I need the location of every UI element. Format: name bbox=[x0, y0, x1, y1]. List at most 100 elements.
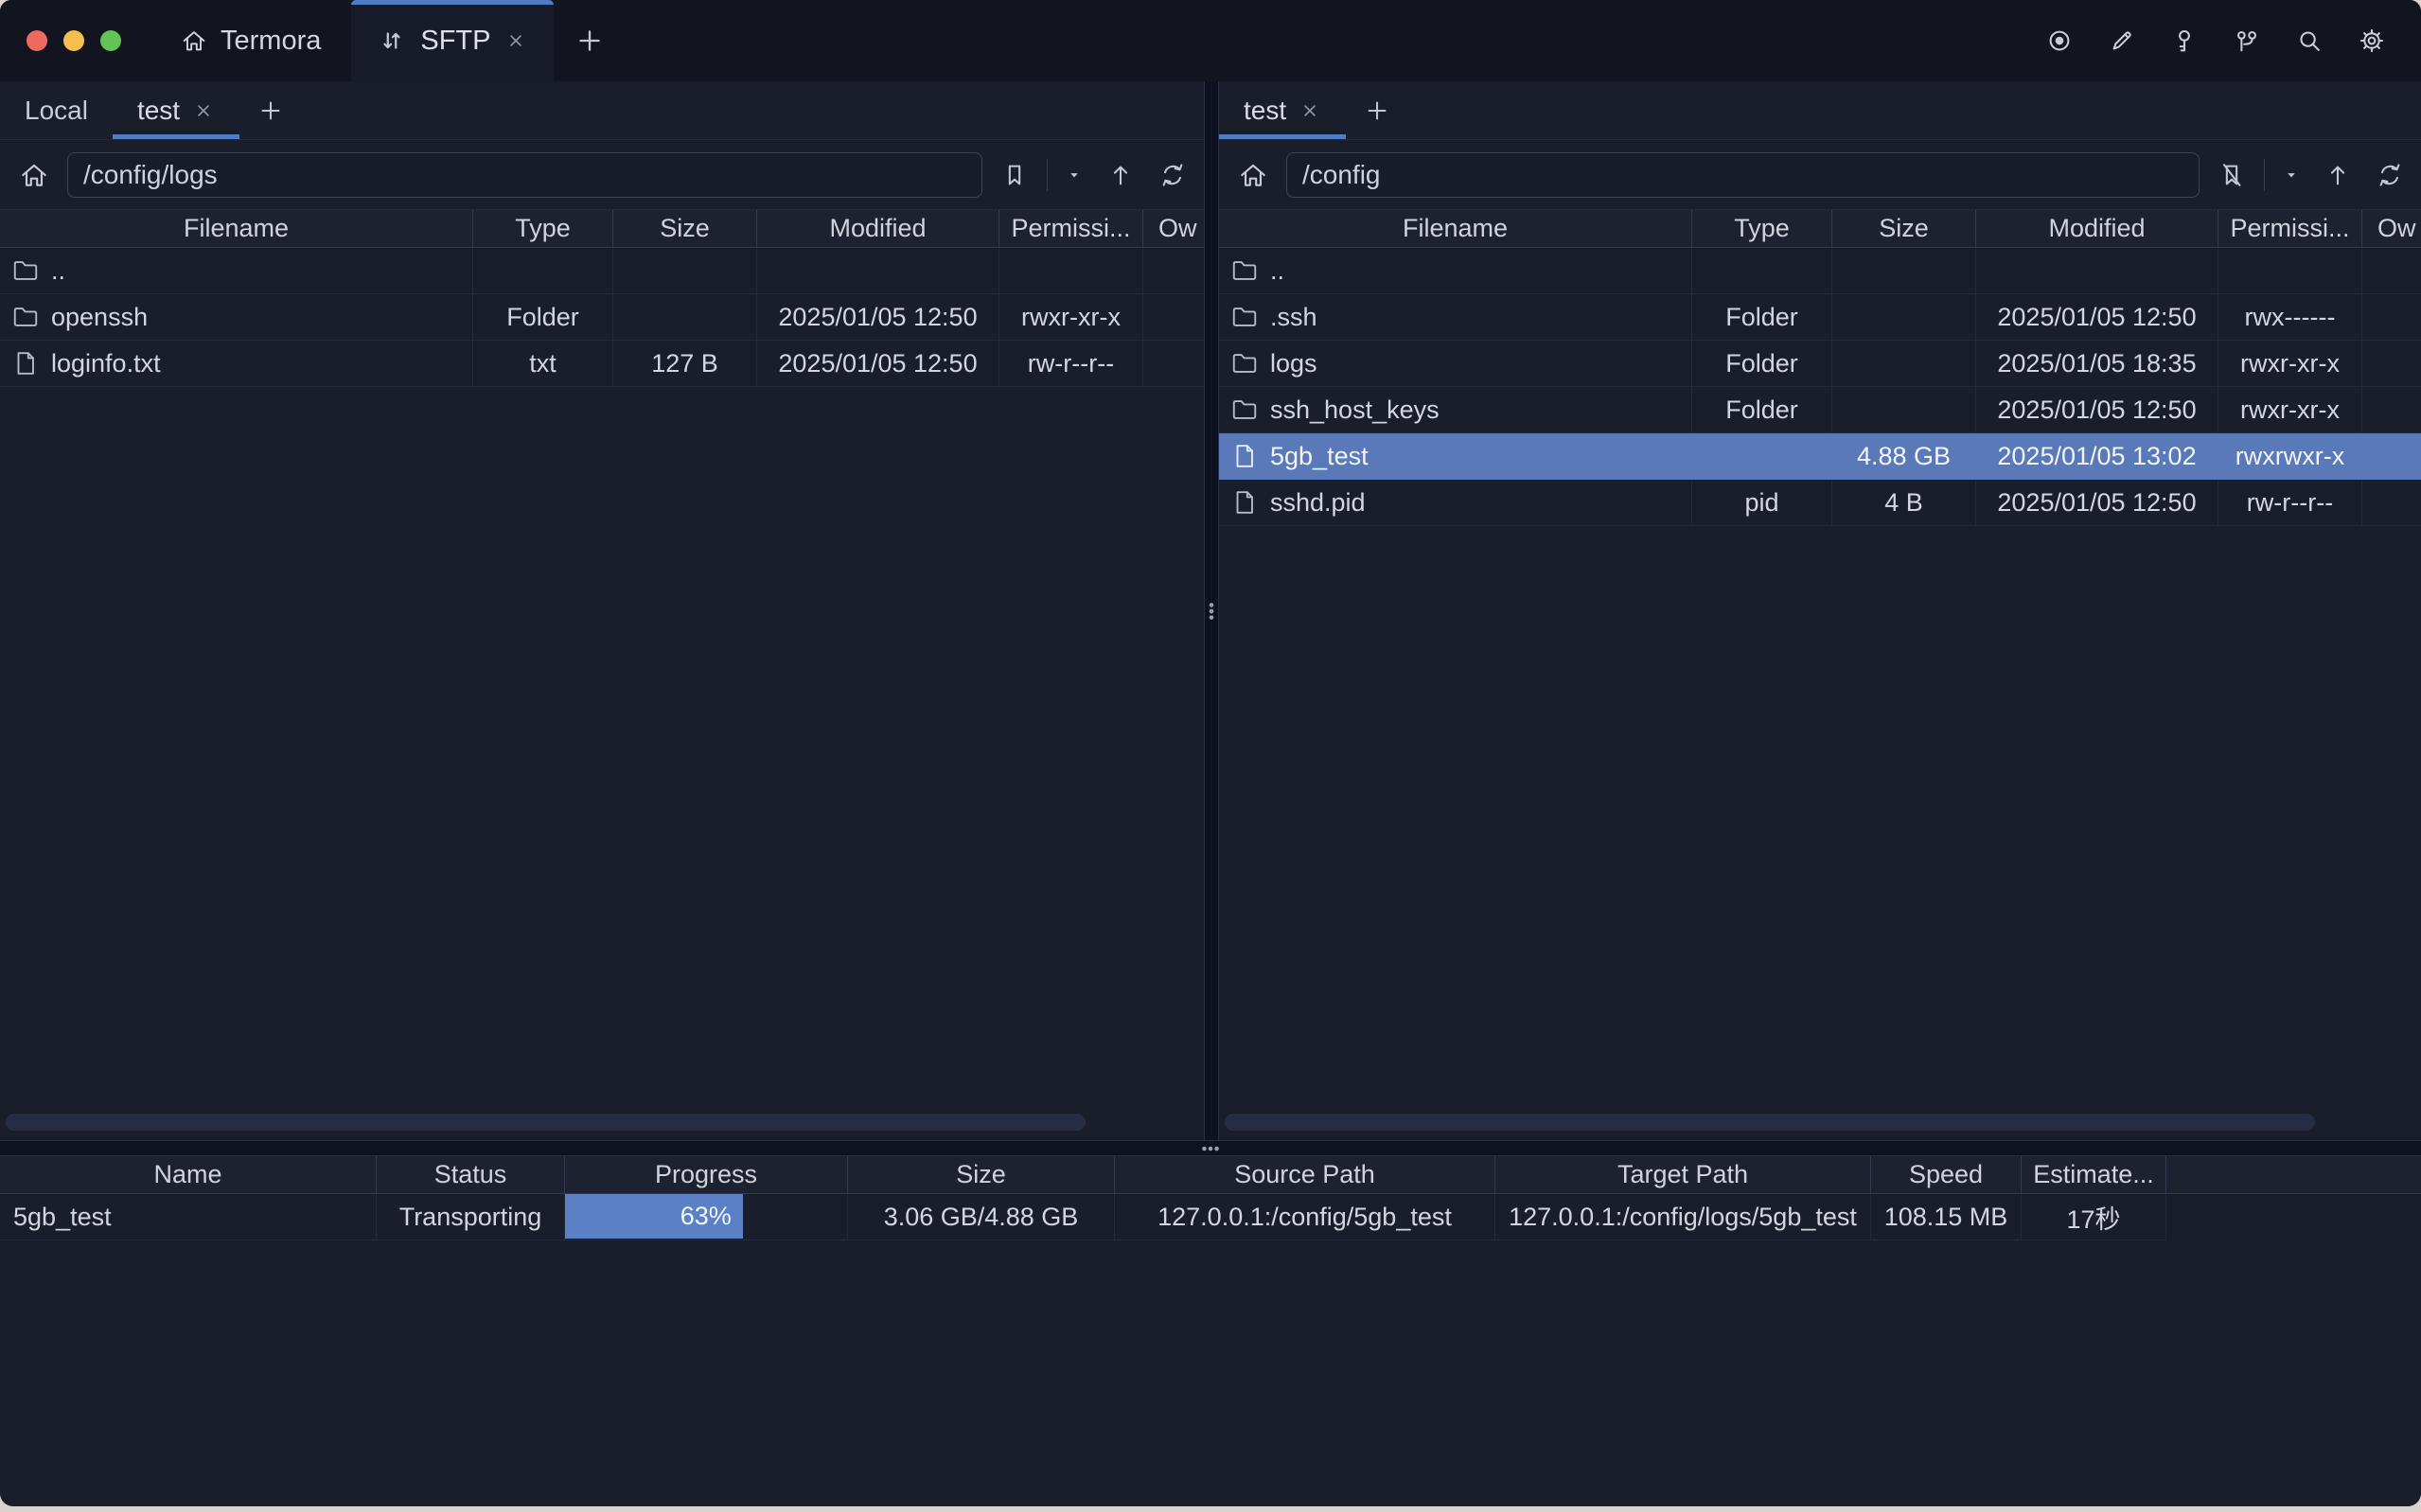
file-permissions: rwxr-xr-x bbox=[2218, 341, 2362, 387]
transfer-row[interactable]: 5gb_test Transporting 63% 3.06 GB/4.88 G… bbox=[0, 1194, 2421, 1240]
branch-button[interactable] bbox=[2222, 16, 2271, 65]
file-size bbox=[1832, 387, 1976, 433]
column-header-type[interactable]: Type bbox=[1692, 210, 1832, 248]
record-button[interactable] bbox=[2035, 16, 2084, 65]
right-refresh-button[interactable] bbox=[2370, 155, 2410, 195]
gear-icon bbox=[2358, 26, 2386, 55]
table-row[interactable]: .. bbox=[1219, 248, 2421, 294]
right-path-bar bbox=[1219, 140, 2421, 210]
column-header-owner[interactable]: Ow bbox=[2362, 210, 2421, 248]
column-header-modified[interactable]: Modified bbox=[757, 210, 999, 248]
column-header-filename[interactable]: Filename bbox=[1219, 210, 1692, 248]
key-icon bbox=[2170, 26, 2199, 55]
right-new-session-button[interactable] bbox=[1346, 81, 1408, 139]
close-icon[interactable] bbox=[504, 29, 527, 52]
column-header-size[interactable]: Size bbox=[613, 210, 757, 248]
right-parent-dir-button[interactable] bbox=[2318, 155, 2358, 195]
left-bookmark-button[interactable] bbox=[995, 155, 1034, 195]
column-header-progress[interactable]: Progress bbox=[565, 1156, 848, 1194]
table-row[interactable]: logs Folder 2025/01/05 18:35 rwxr-xr-x bbox=[1219, 341, 2421, 387]
transfer-speed: 108.15 MB bbox=[1871, 1194, 2022, 1240]
transfer-panel-split-handle[interactable] bbox=[0, 1140, 2421, 1156]
scrollbar-thumb[interactable] bbox=[1225, 1114, 2315, 1131]
filename: openssh bbox=[51, 303, 148, 332]
tab-test-right[interactable]: test bbox=[1219, 81, 1346, 139]
keys-button[interactable] bbox=[2160, 16, 2209, 65]
right-path-input[interactable] bbox=[1286, 152, 2200, 198]
column-header-type[interactable]: Type bbox=[473, 210, 613, 248]
column-header-owner[interactable]: Ow bbox=[1143, 210, 1204, 248]
column-header-size[interactable]: Size bbox=[1832, 210, 1976, 248]
table-row[interactable]: .ssh Folder 2025/01/05 12:50 rwx------ bbox=[1219, 294, 2421, 341]
right-pane-tabs: test bbox=[1219, 81, 2421, 140]
file-type: pid bbox=[1692, 480, 1832, 526]
settings-button[interactable] bbox=[2347, 16, 2396, 65]
right-bookmark-button[interactable] bbox=[2212, 155, 2252, 195]
close-icon[interactable] bbox=[192, 99, 215, 122]
left-refresh-button[interactable] bbox=[1153, 155, 1193, 195]
chevron-down-icon bbox=[2282, 166, 2301, 185]
right-home-button[interactable] bbox=[1232, 154, 1274, 196]
table-row[interactable]: loginfo.txt txt 127 B 2025/01/05 12:50 r… bbox=[0, 341, 1204, 387]
file-modified: 2025/01/05 12:50 bbox=[757, 294, 999, 341]
traffic-lights bbox=[0, 0, 150, 81]
left-bookmark-menu-button[interactable] bbox=[1060, 155, 1088, 195]
scrollbar-thumb[interactable] bbox=[6, 1114, 1086, 1131]
file-panes: Local test bbox=[0, 81, 2421, 1140]
maximize-window-button[interactable] bbox=[100, 30, 121, 51]
tab-local[interactable]: Local bbox=[0, 81, 113, 139]
column-header-status[interactable]: Status bbox=[377, 1156, 565, 1194]
transfer-estimate: 17秒 bbox=[2022, 1194, 2166, 1240]
transfer-size: 3.06 GB/4.88 GB bbox=[848, 1194, 1115, 1240]
chevron-down-icon bbox=[1065, 166, 1084, 185]
left-path-input[interactable] bbox=[67, 152, 982, 198]
app-title: Termora bbox=[221, 26, 321, 57]
table-row[interactable]: .. bbox=[0, 248, 1204, 294]
table-row[interactable]: sshd.pid pid 4 B 2025/01/05 12:50 rw-r--… bbox=[1219, 480, 2421, 526]
filename: .ssh bbox=[1270, 303, 1317, 332]
tab-sftp[interactable]: SFTP bbox=[351, 0, 554, 81]
column-header-estimate[interactable]: Estimate... bbox=[2022, 1156, 2166, 1194]
new-tab-button[interactable] bbox=[554, 0, 626, 81]
column-header-permissions[interactable]: Permissi... bbox=[999, 210, 1143, 248]
tab-label: test bbox=[1244, 96, 1286, 126]
app-home-tab[interactable]: Termora bbox=[150, 0, 351, 81]
column-header-size[interactable]: Size bbox=[848, 1156, 1115, 1194]
table-row[interactable]: openssh Folder 2025/01/05 12:50 rwxr-xr-… bbox=[0, 294, 1204, 341]
table-row-selected[interactable]: 5gb_test 4.88 GB 2025/01/05 13:02 rwxrwx… bbox=[1219, 433, 2421, 480]
filename: .. bbox=[51, 256, 65, 286]
file-permissions: rwx------ bbox=[2218, 294, 2362, 341]
search-button[interactable] bbox=[2285, 16, 2334, 65]
column-header-source-path[interactable]: Source Path bbox=[1115, 1156, 1495, 1194]
file-type: Folder bbox=[473, 294, 613, 341]
file-size: 4 B bbox=[1832, 480, 1976, 526]
right-bookmark-menu-button[interactable] bbox=[2277, 155, 2306, 195]
toolbar-separator bbox=[1047, 159, 1048, 191]
close-icon[interactable] bbox=[1299, 99, 1321, 122]
left-file-table: Filename Type Size Modified Permissi... … bbox=[0, 210, 1204, 387]
progress-bar: 63% bbox=[565, 1194, 743, 1239]
filename: sshd.pid bbox=[1270, 488, 1366, 518]
refresh-icon bbox=[1158, 161, 1187, 189]
pane-split-handle[interactable] bbox=[1204, 81, 1219, 1140]
column-header-permissions[interactable]: Permissi... bbox=[2218, 210, 2362, 248]
folder-icon bbox=[1230, 396, 1259, 424]
edit-button[interactable] bbox=[2097, 16, 2147, 65]
column-header-target-path[interactable]: Target Path bbox=[1495, 1156, 1871, 1194]
column-header-speed[interactable]: Speed bbox=[1871, 1156, 2022, 1194]
tab-test-left[interactable]: test bbox=[113, 81, 239, 139]
left-parent-dir-button[interactable] bbox=[1101, 155, 1140, 195]
file-permissions: rw-r--r-- bbox=[999, 341, 1143, 387]
right-horizontal-scrollbar bbox=[1225, 1114, 2410, 1131]
column-header-filename[interactable]: Filename bbox=[0, 210, 473, 248]
left-home-button[interactable] bbox=[13, 154, 55, 196]
column-header-modified[interactable]: Modified bbox=[1976, 210, 2218, 248]
close-window-button[interactable] bbox=[27, 30, 47, 51]
left-new-session-button[interactable] bbox=[239, 81, 302, 139]
transfer-progress-cell: 63% bbox=[565, 1194, 848, 1240]
transfer-name: 5gb_test bbox=[0, 1194, 377, 1240]
home-icon bbox=[180, 26, 208, 55]
column-header-name[interactable]: Name bbox=[0, 1156, 377, 1194]
table-row[interactable]: ssh_host_keys Folder 2025/01/05 12:50 rw… bbox=[1219, 387, 2421, 433]
minimize-window-button[interactable] bbox=[63, 30, 84, 51]
